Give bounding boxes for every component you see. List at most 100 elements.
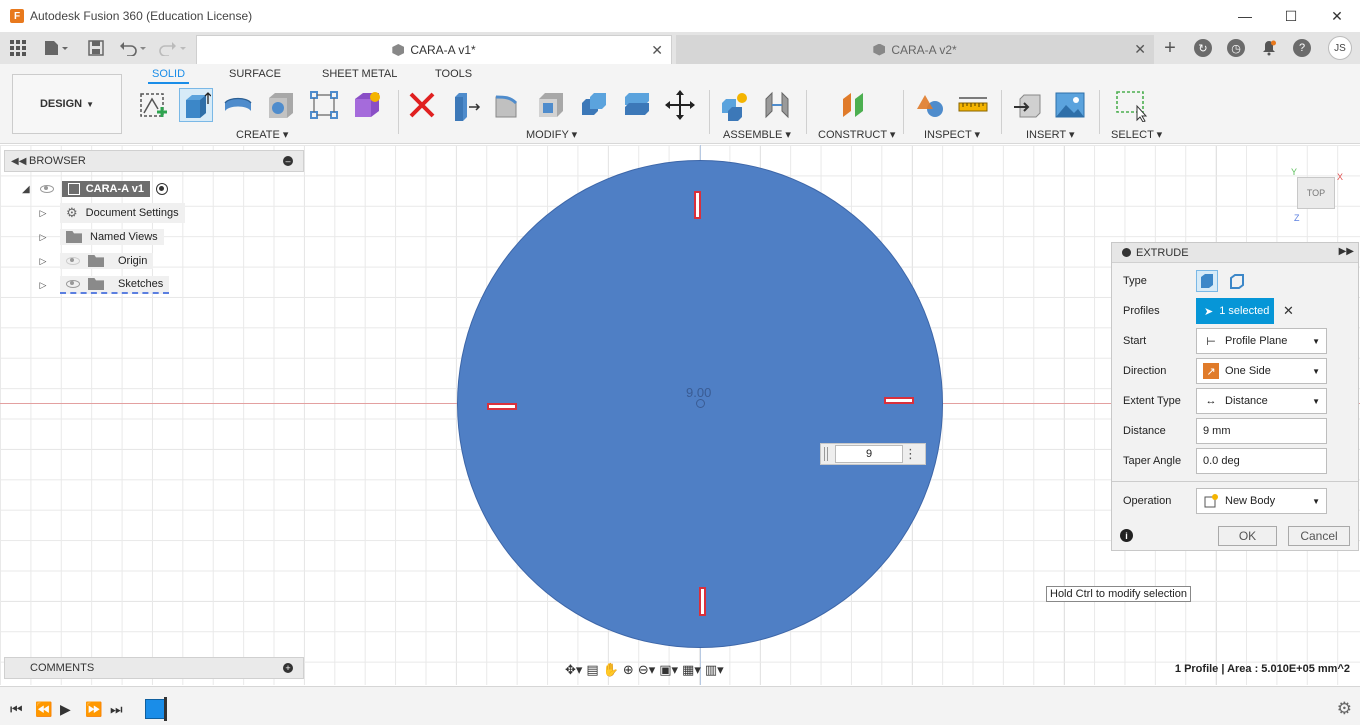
delete-icon[interactable] bbox=[405, 88, 439, 122]
tree-item-document-settings[interactable]: ▷ ⚙ Document Settings bbox=[38, 203, 185, 223]
go-to-start-icon[interactable]: ⏮ bbox=[10, 701, 23, 718]
workspace-selector[interactable]: DESIGN ▼ bbox=[12, 74, 122, 134]
slot-profile[interactable] bbox=[699, 587, 706, 616]
tab-surface[interactable]: SURFACE bbox=[229, 68, 281, 80]
tree-item-label[interactable]: Named Views bbox=[60, 229, 164, 245]
tree-root[interactable]: ◢ CARA-A v1 bbox=[22, 179, 168, 199]
job-status-icon[interactable]: ◷ bbox=[1227, 39, 1245, 57]
group-construct[interactable]: CONSTRUCT ▾ bbox=[818, 128, 895, 141]
collapse-triangle-icon[interactable]: ◢ bbox=[22, 184, 30, 195]
extent-type-dropdown[interactable]: ↔ Distance ▼ bbox=[1196, 388, 1327, 414]
extrude-dialog-header[interactable]: EXTRUDE ▶▶ bbox=[1112, 243, 1358, 263]
group-assemble[interactable]: ASSEMBLE ▾ bbox=[723, 128, 791, 141]
tree-item-label[interactable]: ⚙ Document Settings bbox=[60, 203, 185, 223]
fit-icon[interactable]: ⊖▾ bbox=[638, 662, 655, 678]
combine-icon[interactable] bbox=[577, 88, 611, 122]
info-icon[interactable]: i bbox=[1120, 529, 1133, 542]
hidden-eye-icon[interactable] bbox=[66, 257, 80, 265]
distance-manipulator-input[interactable]: 9 ⋮ bbox=[820, 443, 926, 465]
operation-dropdown[interactable]: New Body ▼ bbox=[1196, 488, 1327, 514]
user-avatar[interactable]: JS bbox=[1328, 36, 1352, 60]
comments-panel-header[interactable]: COMMENTS + bbox=[4, 657, 304, 679]
zoom-icon[interactable]: ⊕ bbox=[623, 662, 634, 678]
gear-icon[interactable]: ⚙ bbox=[1337, 699, 1352, 719]
hole-icon[interactable] bbox=[264, 88, 298, 122]
profiles-selection-button[interactable]: ➤ 1 selected bbox=[1196, 298, 1274, 324]
slot-profile[interactable] bbox=[487, 403, 517, 410]
file-menu-icon[interactable] bbox=[42, 38, 70, 58]
redo-icon[interactable] bbox=[158, 38, 188, 58]
taper-angle-input[interactable]: 0.0 deg bbox=[1196, 448, 1327, 474]
timeline-marker[interactable] bbox=[164, 697, 172, 721]
look-at-icon[interactable]: ▤ bbox=[586, 662, 598, 678]
tree-root-label[interactable]: CARA-A v1 bbox=[61, 181, 150, 197]
tab-solid[interactable]: SOLID bbox=[147, 68, 190, 84]
clear-selection-icon[interactable]: ✕ bbox=[1283, 303, 1294, 319]
step-forward-icon[interactable]: ⏩ bbox=[85, 701, 102, 718]
ok-button[interactable]: OK bbox=[1218, 526, 1277, 546]
new-component-icon[interactable] bbox=[717, 88, 751, 122]
viewcube[interactable]: TOP bbox=[1297, 177, 1335, 209]
expand-triangle-icon[interactable]: ▷ bbox=[38, 232, 48, 242]
canvas-image-icon[interactable] bbox=[1053, 88, 1087, 122]
slot-profile[interactable] bbox=[884, 397, 914, 404]
group-create[interactable]: CREATE ▾ bbox=[236, 128, 288, 141]
extensions-icon[interactable]: ↻ bbox=[1194, 39, 1212, 57]
tree-item-sketches[interactable]: ▷ Sketches bbox=[38, 275, 170, 295]
slot-profile[interactable] bbox=[694, 191, 701, 219]
tree-item-label[interactable]: Origin bbox=[60, 253, 154, 269]
fillet-icon[interactable] bbox=[491, 88, 525, 122]
interference-icon[interactable] bbox=[912, 88, 946, 122]
visibility-eye-icon[interactable] bbox=[66, 280, 80, 288]
split-body-icon[interactable] bbox=[620, 88, 654, 122]
play-icon[interactable]: ▶ bbox=[60, 701, 71, 718]
orbit-icon[interactable]: ✥▾ bbox=[565, 662, 582, 678]
timeline-sketch-feature-icon[interactable] bbox=[145, 699, 165, 719]
create-sketch-icon[interactable] bbox=[137, 88, 171, 122]
maximize-button[interactable]: ☐ bbox=[1268, 0, 1314, 32]
tab-sheet-metal[interactable]: SHEET METAL bbox=[322, 68, 397, 80]
joint-icon[interactable] bbox=[760, 88, 794, 122]
window-select-icon[interactable] bbox=[1115, 88, 1149, 122]
tab-cara-a-v2[interactable]: CARA-A v2* ✕ bbox=[676, 35, 1154, 64]
expand-triangle-icon[interactable]: ▷ bbox=[38, 256, 48, 266]
add-comment-icon[interactable]: + bbox=[283, 663, 293, 673]
close-tab-icon[interactable]: ✕ bbox=[1134, 41, 1146, 58]
more-options-icon[interactable]: ⋮ bbox=[904, 446, 917, 462]
minimize-button[interactable]: — bbox=[1222, 0, 1268, 32]
extrude-type-solid-icon[interactable] bbox=[1196, 270, 1218, 292]
minimize-panel-icon[interactable]: – bbox=[283, 156, 293, 166]
revolve-icon[interactable] bbox=[221, 88, 255, 122]
tree-item-named-views[interactable]: ▷ Named Views bbox=[38, 227, 164, 247]
expand-triangle-icon[interactable]: ▷ bbox=[38, 208, 48, 218]
pan-icon[interactable]: ✋ bbox=[603, 662, 619, 678]
tab-cara-a-v1[interactable]: CARA-A v1* ✕ bbox=[196, 35, 672, 64]
grid-settings-icon[interactable]: ▦▾ bbox=[682, 662, 701, 678]
app-grid-icon[interactable] bbox=[8, 38, 28, 58]
shell-icon[interactable] bbox=[534, 88, 568, 122]
pattern-icon[interactable] bbox=[307, 88, 341, 122]
move-copy-icon[interactable] bbox=[663, 88, 697, 122]
group-insert[interactable]: INSERT ▾ bbox=[1026, 128, 1075, 141]
insert-derive-icon[interactable] bbox=[1011, 88, 1045, 122]
drag-handle-icon[interactable] bbox=[824, 447, 828, 461]
group-inspect[interactable]: INSPECT ▾ bbox=[924, 128, 980, 141]
notifications-icon[interactable] bbox=[1259, 38, 1279, 58]
create-form-icon[interactable] bbox=[350, 88, 384, 122]
collapse-arrows-icon[interactable]: ◀◀ bbox=[11, 156, 26, 167]
measure-icon[interactable] bbox=[956, 88, 990, 122]
distance-input[interactable]: 9 mm bbox=[1196, 418, 1327, 444]
visibility-eye-icon[interactable] bbox=[39, 185, 54, 193]
start-dropdown[interactable]: ⊢ Profile Plane ▼ bbox=[1196, 328, 1327, 354]
display-settings-icon[interactable]: ▣▾ bbox=[659, 662, 678, 678]
undo-icon[interactable] bbox=[118, 38, 148, 58]
direction-dropdown[interactable]: ↗ One Side ▼ bbox=[1196, 358, 1327, 384]
extrude-type-thin-icon[interactable] bbox=[1226, 270, 1248, 292]
viewports-icon[interactable]: ▥▾ bbox=[705, 662, 724, 678]
close-button[interactable]: ✕ bbox=[1314, 0, 1360, 32]
tab-tools[interactable]: TOOLS bbox=[435, 68, 472, 80]
group-select[interactable]: SELECT ▾ bbox=[1111, 128, 1162, 141]
step-back-icon[interactable]: ⏪ bbox=[35, 701, 52, 718]
group-modify[interactable]: MODIFY ▾ bbox=[526, 128, 577, 141]
press-pull-icon[interactable] bbox=[448, 88, 482, 122]
